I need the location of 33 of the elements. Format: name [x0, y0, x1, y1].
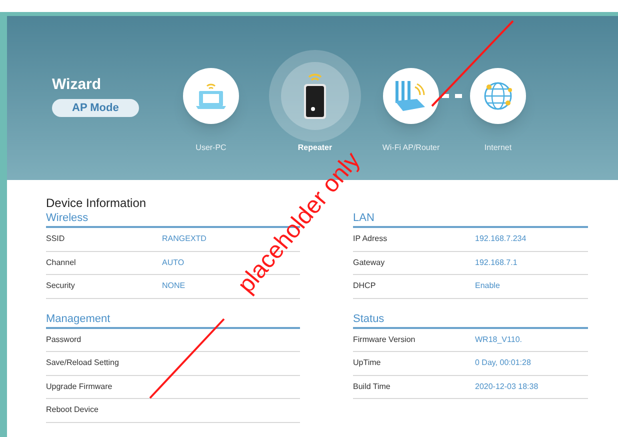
row-label: Firmware Version — [353, 334, 416, 346]
wizard-title: Wizard — [52, 75, 102, 95]
section-heading: Management — [46, 312, 300, 328]
row-value: 2020-12-03 18:38 — [475, 380, 538, 393]
row-label[interactable]: Password — [46, 334, 162, 346]
row-value: WR18_V110. — [475, 334, 522, 346]
row-label: Security — [46, 280, 76, 292]
row-label[interactable]: Upgrade Firmware — [46, 380, 162, 393]
row-label: Build Time — [353, 380, 392, 393]
row-label[interactable]: Save/Reload Setting — [46, 357, 162, 370]
row-label[interactable]: Reboot Device — [46, 404, 162, 416]
row-label: Channel — [46, 256, 77, 269]
row-value: RANGEXTD — [162, 233, 206, 246]
device-label: Repeater — [298, 142, 332, 152]
device-label: User-PC — [196, 142, 226, 154]
row-label: DHCP — [353, 280, 377, 292]
device-label: Internet — [484, 142, 512, 154]
connector-dots — [442, 94, 462, 98]
row-value: NONE — [162, 280, 186, 292]
device-label: Wi-Fi AP/Router — [382, 142, 440, 154]
row-label: Gateway — [353, 256, 386, 269]
row-label: SSID — [46, 233, 66, 246]
row-value: AUTO — [162, 256, 184, 269]
laptop-icon — [194, 81, 228, 111]
mode-badge: AP Mode — [52, 98, 139, 117]
row-label: UpTime — [353, 357, 382, 370]
row-value: 192.168.7.1 — [475, 256, 518, 269]
section-heading: LAN — [353, 212, 588, 228]
row-value: Enable — [475, 280, 500, 292]
section-heading: Status — [353, 312, 588, 328]
row-value: 192.168.7.234 — [475, 233, 526, 246]
row-label: IP Adress — [353, 233, 388, 246]
row-value: 0 Day, 00:01:28 — [475, 357, 531, 370]
